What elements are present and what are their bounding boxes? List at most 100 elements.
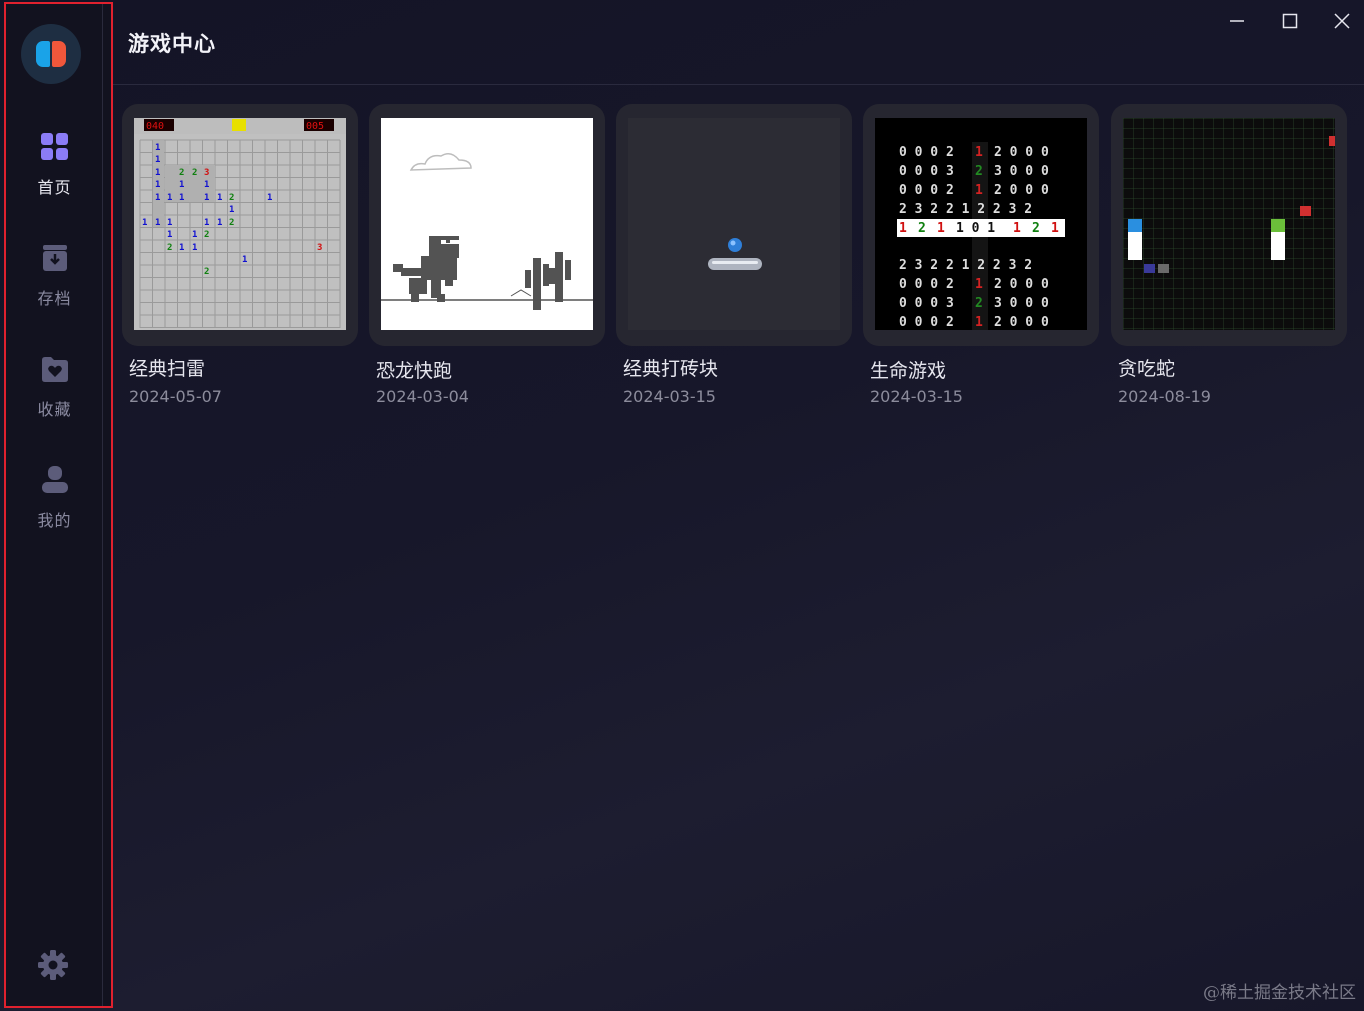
maximize-button[interactable] [1275, 8, 1305, 38]
gear-icon [37, 949, 69, 985]
svg-text:2: 2 [204, 230, 209, 240]
svg-text:1: 1 [179, 243, 184, 253]
svg-text:1: 1 [1013, 221, 1021, 236]
svg-text:2 0 0 0: 2 0 0 0 [994, 183, 1049, 198]
svg-text:1: 1 [204, 218, 209, 228]
maximize-icon [1282, 13, 1298, 33]
sidebar: 首页 存档 收藏 我的 [4, 2, 113, 1008]
game-title[interactable]: 生命游戏 [870, 356, 946, 383]
svg-text:2: 2 [179, 168, 184, 178]
game-date: 2024-03-15 [623, 387, 716, 406]
game-date: 2024-03-15 [870, 387, 963, 406]
svg-text:1: 1 [155, 155, 160, 165]
app-window: 首页 存档 收藏 我的 游戏中心 040 005 1 1 1 2 2 3 1 1… [0, 0, 1364, 1011]
right-joycon-shape [52, 41, 66, 67]
svg-text:2: 2 [918, 221, 926, 236]
folder-heart-icon [40, 354, 70, 384]
close-button[interactable] [1327, 8, 1357, 38]
svg-text:1: 1 [229, 205, 234, 215]
svg-text:1: 1 [217, 218, 222, 228]
game-title[interactable]: 经典扫雷 [129, 354, 205, 381]
svg-text:1: 1 [192, 243, 197, 253]
svg-text:3 0 0 0: 3 0 0 0 [994, 296, 1049, 311]
game-title[interactable]: 贪吃蛇 [1118, 354, 1175, 381]
svg-text:1: 1 [192, 230, 197, 240]
sidebar-item-home[interactable]: 首页 [6, 132, 103, 222]
svg-text:1: 1 [167, 218, 172, 228]
page-title: 游戏中心 [128, 32, 216, 56]
sidebar-item-archive[interactable]: 存档 [6, 243, 103, 333]
svg-text:1: 1 [155, 193, 160, 203]
svg-text:1: 1 [167, 193, 172, 203]
svg-text:0 0 0 3: 0 0 0 3 [899, 164, 954, 179]
sidebar-item-favorites[interactable]: 收藏 [6, 354, 103, 444]
svg-text:2: 2 [229, 218, 234, 228]
svg-text:0 0 0 2: 0 0 0 2 [899, 315, 954, 330]
sidebar-item-label: 收藏 [37, 400, 72, 419]
minimize-button[interactable] [1222, 8, 1252, 38]
game-title[interactable]: 经典打砖块 [623, 354, 718, 381]
svg-text:1: 1 [155, 143, 160, 153]
left-joycon-shape [36, 41, 50, 67]
svg-text:1: 1 [217, 193, 222, 203]
game-card[interactable]: 040 005 1 1 1 2 2 3 1 1 1 1 1 1 1 1 2 1 … [122, 104, 358, 346]
svg-text:2 0 0 0: 2 0 0 0 [994, 145, 1049, 160]
svg-text:1: 1 [204, 180, 209, 190]
svg-text:1: 1 [1051, 221, 1059, 236]
svg-text:2: 2 [229, 193, 234, 203]
svg-text:0 0 0 2: 0 0 0 2 [899, 145, 954, 160]
svg-text:005: 005 [306, 121, 324, 132]
game-card[interactable] [1111, 104, 1347, 346]
svg-text:1: 1 [267, 193, 272, 203]
svg-text:1: 1 [155, 218, 160, 228]
game-card[interactable]: 0 0 0 2 1 2 0 0 0 0 0 0 3 2 3 0 0 0 0 0 0 2 1… [863, 104, 1099, 346]
svg-text:2 0 0 0: 2 0 0 0 [994, 277, 1049, 292]
game-title[interactable]: 恐龙快跑 [376, 356, 452, 383]
svg-text:3 0 0 0: 3 0 0 0 [994, 164, 1049, 179]
svg-text:2 0 0 0: 2 0 0 0 [994, 315, 1049, 330]
svg-text:1: 1 [142, 218, 147, 228]
header-divider [113, 84, 1364, 85]
svg-text:2: 2 [192, 168, 197, 178]
user-icon [40, 465, 70, 495]
svg-text:1: 1 [179, 193, 184, 203]
game-of-life-thumbnail: 0 0 0 2 1 2 0 0 0 0 0 0 3 2 3 0 0 0 0 0 0 2 1… [875, 118, 1087, 330]
svg-text:2: 2 [167, 243, 172, 253]
close-icon [1334, 13, 1350, 33]
svg-text:0 0 0 3: 0 0 0 3 [899, 296, 954, 311]
sidebar-panel: 首页 存档 收藏 我的 [6, 4, 103, 1006]
svg-text:1: 1 [204, 193, 209, 203]
game-date: 2024-05-07 [129, 387, 222, 406]
svg-text:2 3 2 2 1 2 2 3 2: 2 3 2 2 1 2 2 3 2 [899, 258, 1032, 273]
svg-text:3: 3 [204, 168, 209, 178]
archive-box-icon [40, 243, 70, 273]
grid-icon [40, 132, 70, 162]
sidebar-item-label: 我的 [37, 511, 72, 530]
minesweeper-thumbnail: 040 005 1 1 1 2 2 3 1 1 1 1 1 1 1 1 2 1 … [134, 118, 346, 330]
svg-text:1: 1 [242, 255, 247, 265]
watermark: @稀土掘金技术社区 [1203, 983, 1356, 1003]
game-date: 2024-08-19 [1118, 387, 1211, 406]
game-controller-logo[interactable] [21, 24, 81, 84]
game-date: 2024-03-04 [376, 387, 469, 406]
sidebar-item-profile[interactable]: 我的 [6, 465, 103, 555]
snake-thumbnail [1123, 118, 1335, 330]
svg-text:0 0 0 2: 0 0 0 2 [899, 183, 954, 198]
dino-runner-thumbnail [381, 118, 593, 330]
settings-button[interactable] [36, 950, 70, 984]
svg-text:3: 3 [317, 243, 322, 253]
svg-text:1: 1 [155, 168, 160, 178]
svg-text:1: 1 [155, 180, 160, 190]
sidebar-item-label: 首页 [37, 178, 72, 197]
sidebar-item-label: 存档 [37, 289, 72, 308]
svg-text:0 0 0 2: 0 0 0 2 [899, 277, 954, 292]
svg-text:1 0 1: 1 0 1 [956, 221, 995, 236]
minimize-icon [1229, 13, 1245, 33]
game-card[interactable] [369, 104, 605, 346]
svg-text:1: 1 [899, 221, 907, 236]
svg-text:040: 040 [146, 121, 164, 132]
svg-text:1: 1 [937, 221, 945, 236]
svg-text:1: 1 [167, 230, 172, 240]
svg-text:1: 1 [179, 180, 184, 190]
game-card[interactable] [616, 104, 852, 346]
